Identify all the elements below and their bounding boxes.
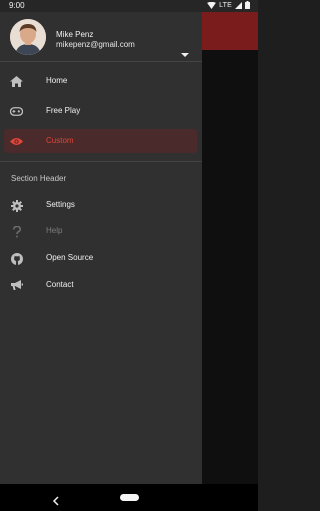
question-icon: [10, 225, 23, 238]
network-type: LTE: [219, 1, 232, 9]
drawer-item-help: Help: [4, 219, 197, 243]
home-pill-button[interactable]: [120, 494, 139, 501]
account-email: mikepenz@gmail.com: [56, 40, 135, 49]
github-icon: [10, 252, 23, 265]
header-divider: [0, 61, 202, 62]
chevron-down-icon[interactable]: [181, 45, 189, 57]
drawer-item-label: Contact: [46, 280, 74, 289]
system-navigation-bar: [0, 484, 258, 511]
drawer-item-home[interactable]: Home: [4, 69, 197, 93]
drawer-item-contact[interactable]: Contact: [4, 273, 197, 297]
account-header[interactable]: Mike Penz mikepenz@gmail.com: [0, 12, 202, 60]
drawer-item-label: Settings: [46, 200, 75, 209]
account-name: Mike Penz: [56, 30, 94, 39]
home-icon: [10, 75, 23, 88]
drawer-item-label: Open Source: [46, 253, 94, 262]
drawer-item-open-source[interactable]: Open Source: [4, 246, 197, 270]
drawer-item-label: Home: [46, 76, 68, 85]
eye-icon: [10, 135, 23, 148]
section-header: Section Header: [11, 174, 67, 183]
battery-icon: [245, 1, 250, 9]
navigation-drawer: Mike Penz mikepenz@gmail.com Home Free P…: [0, 0, 202, 484]
wifi-icon: [207, 1, 216, 9]
drawer-item-label: Free Play: [46, 106, 81, 115]
drawer-item-custom[interactable]: Custom: [4, 129, 197, 153]
status-icons: LTE: [207, 1, 250, 9]
avatar[interactable]: [10, 19, 46, 55]
signal-icon: [235, 1, 242, 9]
drawer-item-settings[interactable]: Settings: [4, 193, 197, 217]
drawer-item-label: Custom: [46, 136, 74, 145]
drawer-item-label: Help: [46, 226, 63, 235]
gamepad-icon: [10, 105, 23, 118]
section-divider: [0, 161, 202, 162]
status-time: 9:00: [9, 1, 25, 10]
back-icon[interactable]: [52, 493, 60, 506]
megaphone-icon: [10, 279, 23, 292]
status-bar: 9:00 LTE: [0, 0, 258, 12]
gear-icon: [10, 199, 23, 212]
drawer-item-free-play[interactable]: Free Play: [4, 99, 197, 123]
screen: 9:00 LTE Mike Penz mikepenz@gmail.com Ho…: [0, 0, 258, 511]
